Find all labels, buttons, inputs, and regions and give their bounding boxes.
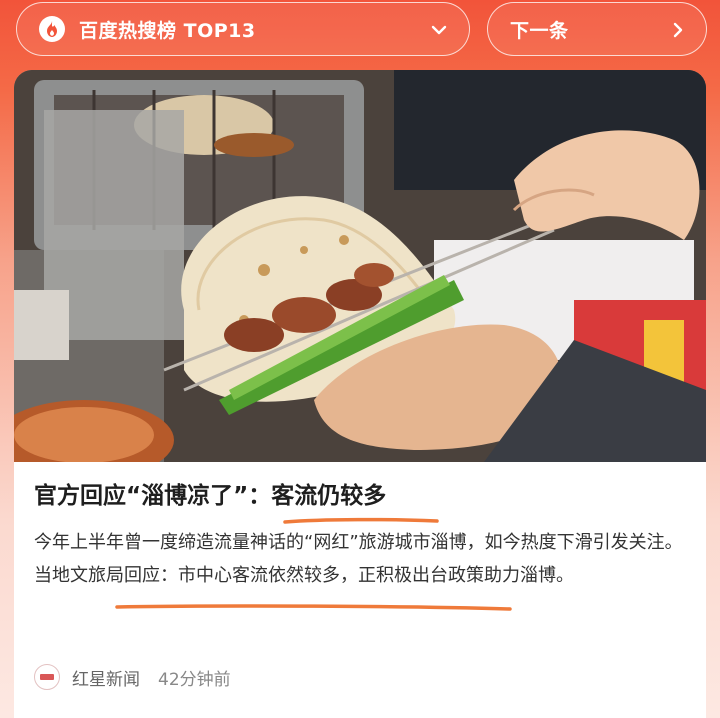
top-bar: 百度热搜榜 TOP13 下一条 <box>0 0 720 62</box>
source-logo-icon <box>34 664 60 690</box>
source-time: 42分钟前 <box>158 669 231 690</box>
next-button[interactable]: 下一条 <box>487 2 707 56</box>
article-summary: 今年上半年曾一度缔造流量神话的“网红”旅游城市淄博，如今热度下滑引发关注。当地文… <box>34 532 683 586</box>
source-name: 红星新闻 <box>72 669 140 690</box>
chevron-down-icon[interactable] <box>429 20 449 40</box>
chevron-right-icon <box>673 22 683 38</box>
food-photo-illustration <box>14 70 706 462</box>
headline-underline <box>283 517 439 524</box>
news-card[interactable]: 官方回应“淄博凉了”：客流仍较多 今年上半年曾一度缔造流量神话的“网红”旅游城市… <box>14 70 706 718</box>
next-label: 下一条 <box>510 19 569 42</box>
hot-list-label: 百度热搜榜 TOP13 <box>79 19 256 42</box>
summary-underline <box>115 604 512 611</box>
article-content: 官方回应“淄博凉了”：客流仍较多 今年上半年曾一度缔造流量神话的“网红”旅游城市… <box>34 478 694 690</box>
article-photo[interactable] <box>14 70 706 462</box>
hot-list-button[interactable]: 百度热搜榜 TOP13 <box>16 2 470 56</box>
article-source[interactable]: 红星新闻 42分钟前 <box>34 664 231 690</box>
article-headline[interactable]: 官方回应“淄博凉了”：客流仍较多 <box>34 478 694 514</box>
flame-icon <box>39 16 65 42</box>
